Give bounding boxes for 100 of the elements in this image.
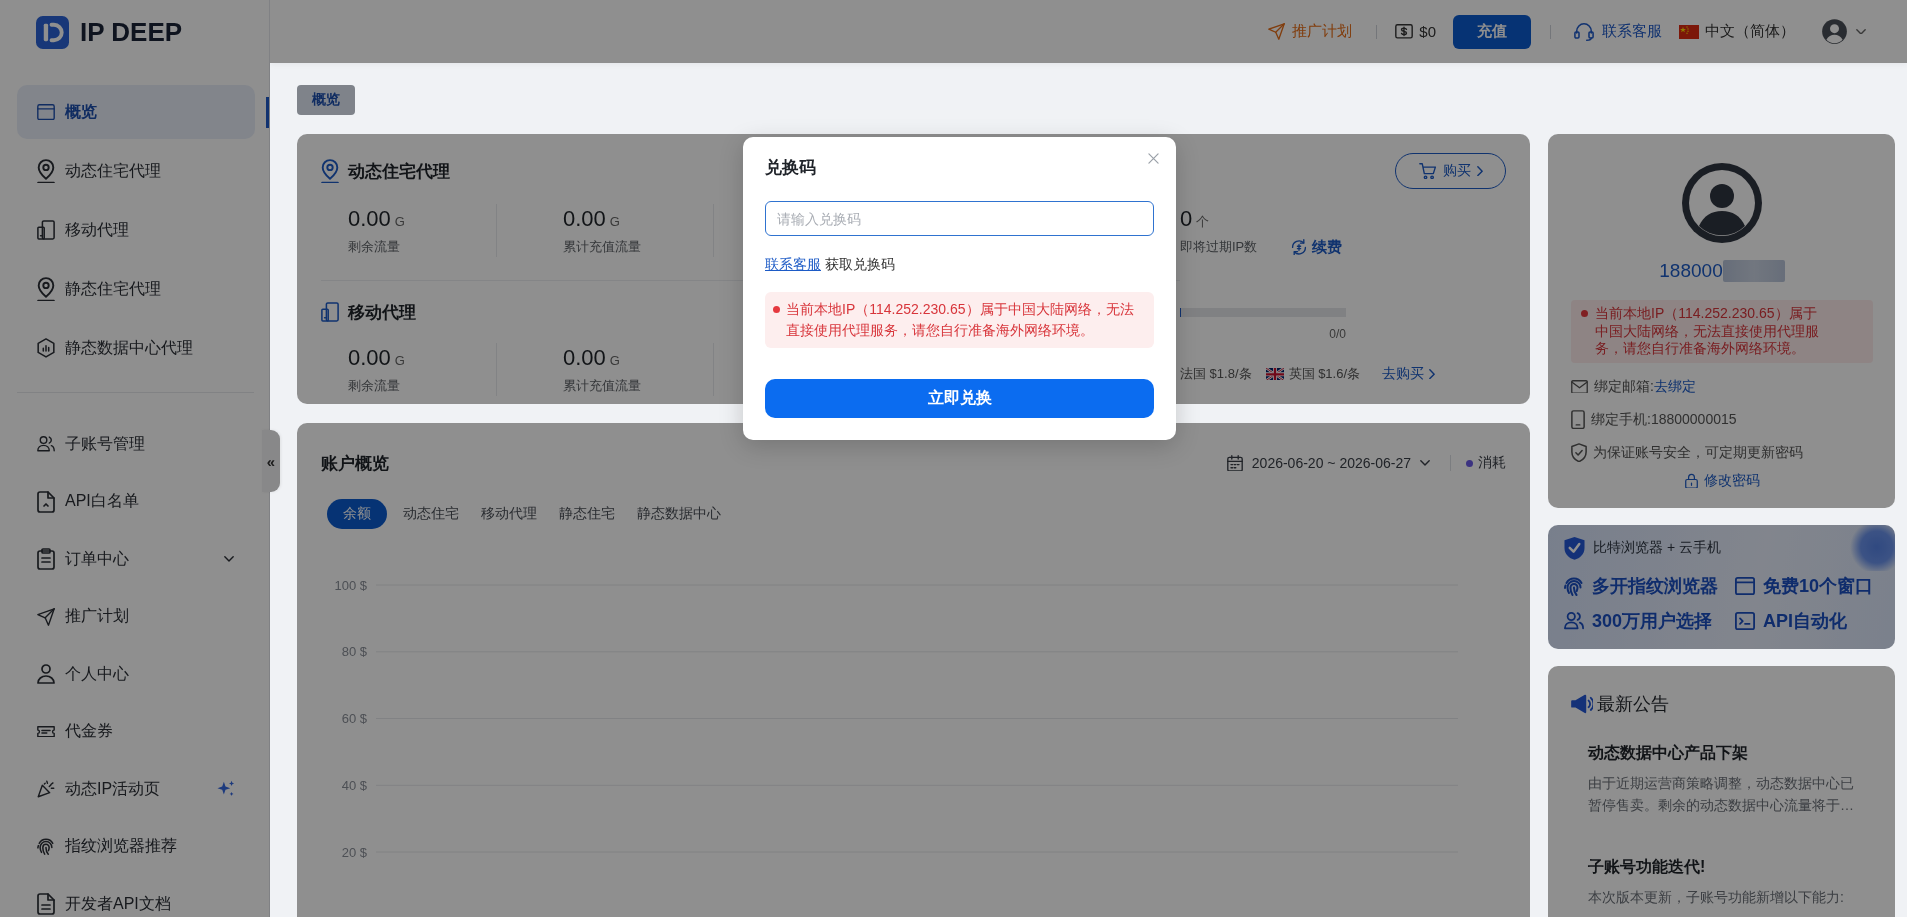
change-password-link[interactable]: 修改密码 (1684, 468, 1760, 493)
wallet-icon (1395, 24, 1414, 39)
user-menu-button[interactable] (1821, 18, 1866, 45)
buy-more-link[interactable]: 去购买 (1382, 365, 1436, 383)
redeem-code-input[interactable]: 请输入兑换码 (765, 201, 1154, 236)
chevron-right-icon (1429, 368, 1436, 380)
dialog-title: 兑换码 (765, 157, 817, 179)
stat-value: 0.00 G (563, 344, 621, 372)
feature-text: 300万用户选择 (1592, 610, 1713, 633)
section-title: 移动代理 (348, 301, 416, 324)
headset-icon (1574, 21, 1594, 42)
nav-item[interactable]: 指纹浏览器推荐 (17, 833, 255, 860)
location-pin-icon (37, 276, 55, 302)
axis-label: 60 $ (341, 711, 367, 726)
nav-item[interactable]: 动态住宅代理 (17, 144, 255, 198)
buy-button[interactable]: 购买 (1395, 153, 1506, 189)
feature-text: API自动化 (1763, 610, 1847, 633)
nav-item[interactable]: 静态数据中心代理 (17, 321, 255, 375)
announcement-title: 最新公告 (1597, 693, 1669, 716)
renew-link[interactable]: 续费 (1291, 237, 1343, 257)
mobile-phone-icon (37, 220, 55, 240)
recharge-button[interactable]: 充值 (1453, 14, 1531, 49)
stat-label: 累计充值流量 (563, 238, 642, 256)
chart-tab[interactable]: 移动代理 (470, 499, 548, 529)
hexagon-chart-icon (37, 338, 55, 358)
close-icon (1148, 153, 1159, 164)
chevron-right-icon (1476, 165, 1483, 177)
promo-banner[interactable]: 比特浏览器 + 云手机 多开指纹浏览器 免费10个窗口 300万用户选择 API自动化 (1548, 525, 1895, 649)
axis-label: 20 $ (341, 844, 367, 860)
nav-item[interactable]: 推广计划 (17, 603, 255, 630)
chart-tab[interactable]: 动态住宅 (392, 499, 470, 529)
terminal-icon (1735, 611, 1755, 631)
collapse-button[interactable]: « (262, 430, 280, 492)
announcement-body: 由于近期运营商策略调整，动态数据中心已暂停售卖。剩余的动态数据中心流量将于… (1588, 774, 1855, 815)
nav-item[interactable]: 移动代理 (17, 203, 255, 257)
close-button[interactable] (1148, 153, 1159, 164)
legend-label: 消耗 (1478, 454, 1506, 472)
avatar-icon (1821, 18, 1848, 45)
redeem-help-text: 联系客服 获取兑换码 (765, 255, 896, 274)
send-icon (1268, 23, 1286, 40)
active-indicator (266, 96, 269, 128)
avatar-icon (1682, 163, 1762, 243)
language-selector[interactable]: 中文（简体） (1679, 22, 1795, 41)
phone-number-text: 188000 (1659, 260, 1723, 282)
browser-window-icon (37, 103, 55, 121)
announcement-body: 本次版本更新，子账号功能新增以下能力: (1588, 888, 1845, 907)
nav-item[interactable]: API白名单 (17, 488, 255, 515)
phone-icon (1571, 409, 1585, 430)
stat-value: 0.00 G (563, 205, 621, 233)
announcement-heading[interactable]: 动态数据中心产品下架 (1588, 741, 1873, 765)
stat-label: 即将过期IP数 (1180, 238, 1258, 256)
nav-item[interactable]: 静态住宅代理 (17, 262, 255, 316)
window-icon (1735, 576, 1755, 596)
stat-value: 0.00 G (348, 344, 406, 372)
section-title: 动态住宅代理 (348, 160, 450, 183)
price-text: 法国 $1.8/条 (1180, 365, 1252, 383)
chevron-down-icon (1856, 28, 1866, 35)
document-icon (37, 893, 55, 915)
nav-item[interactable]: 开发者API文档 (17, 891, 255, 917)
phone-binding-text: 绑定手机:18800000015 (1591, 410, 1737, 429)
ip-warning-text: 当前本地IP（114.252.230.65）属于中国大陆网络，无法直接使用代理服务，请您自行准备海外网络环境。 (1595, 305, 1820, 358)
support-link[interactable]: 联系客服 (1574, 21, 1662, 42)
referral-link[interactable]: 推广计划 (1268, 22, 1353, 41)
announcement-heading[interactable]: 子账号功能迭代! (1588, 855, 1873, 879)
nav-item[interactable]: 子账号管理 (17, 431, 255, 457)
contact-support-link[interactable]: 联系客服 (765, 256, 821, 272)
card-title: 账户概览 (321, 452, 389, 475)
chart-tab[interactable]: 静态数据中心 (626, 499, 732, 529)
nav-item[interactable]: 个人中心 (17, 661, 255, 687)
balance-link[interactable]: $0 (1395, 23, 1436, 40)
fingerprint-icon (1564, 576, 1584, 596)
nav-item[interactable]: 代金券 (17, 718, 255, 745)
clipboard-icon (37, 548, 55, 570)
users-icon (1564, 612, 1584, 630)
logo-icon (36, 15, 69, 49)
refresh-icon (1291, 238, 1308, 256)
breadcrumb-tab[interactable]: 概览 (297, 85, 355, 115)
flag-icon (1265, 367, 1284, 381)
location-pin-icon (37, 158, 55, 184)
date-range-picker[interactable]: 2026-06-20 ~ 2026-06-27 (1226, 454, 1430, 472)
dot-icon (773, 306, 780, 313)
nav-item[interactable]: 概览 (17, 85, 255, 139)
ip-warning-text: 当前本地IP（114.252.230.65）属于中国大陆网络，无法直接使用代理服务，请您自行准备海外网络环境。 (786, 300, 1135, 340)
chart-tab[interactable]: 余额 (327, 499, 387, 529)
ticket-icon (37, 725, 55, 738)
fingerprint-icon (37, 837, 55, 856)
redeem-button[interactable]: 立即兑换 (765, 379, 1154, 418)
user-icon (37, 664, 55, 684)
nav-item[interactable]: 动态IP活动页 (17, 776, 255, 802)
usage-reading: 0/0 (1328, 327, 1346, 341)
shield-logo-icon (1564, 535, 1585, 561)
chevron-down-icon (1420, 460, 1430, 466)
mail-icon (1571, 379, 1588, 394)
axis-label: 100 $ (334, 577, 367, 593)
nav-item[interactable]: 订单中心 (17, 546, 255, 572)
chart-tab[interactable]: 静态住宅 (548, 499, 626, 529)
feature-text: 免费10个窗口 (1763, 575, 1874, 598)
feature-text: 多开指纹浏览器 (1592, 575, 1718, 598)
security-tip-text: 为保证账号安全，可定期更新密码 (1593, 443, 1803, 462)
users-icon (37, 436, 55, 452)
